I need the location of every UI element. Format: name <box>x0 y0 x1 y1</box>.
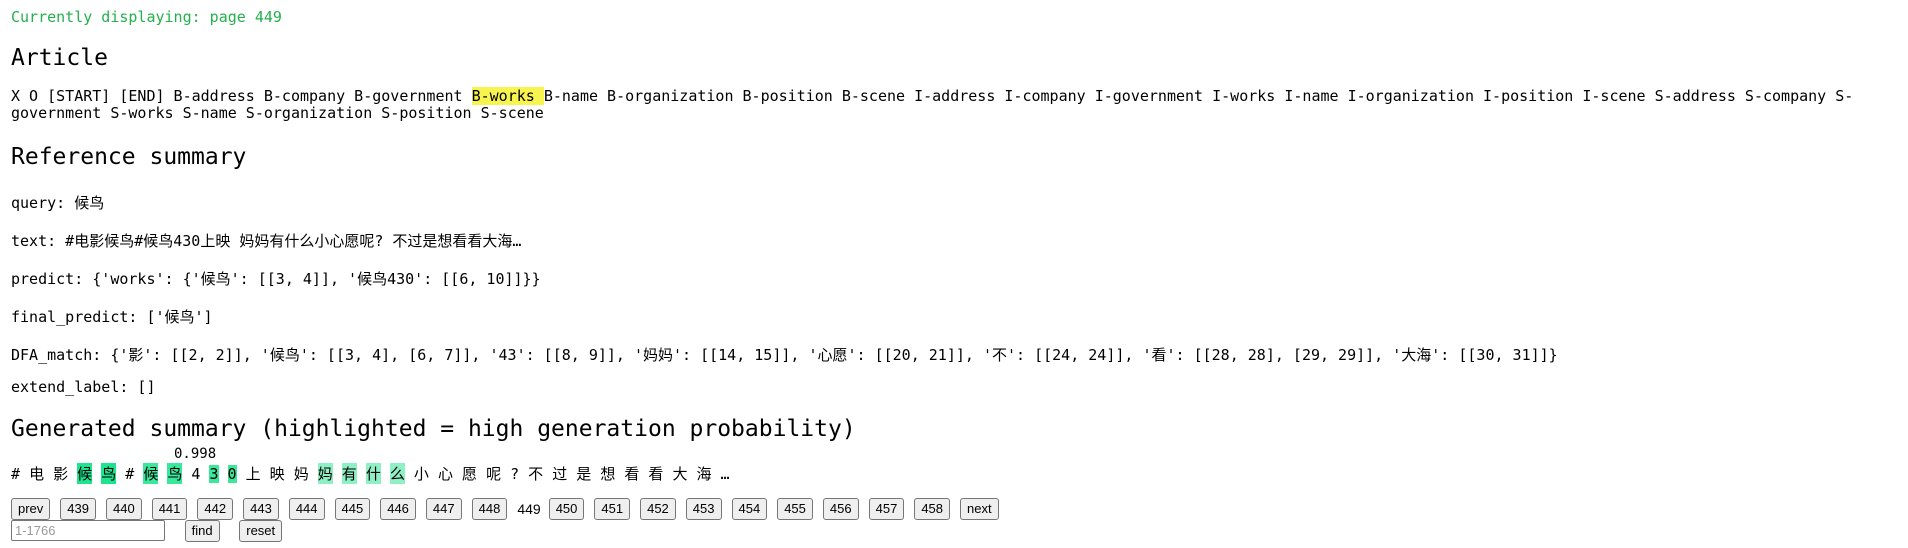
generated-token: 大 <box>672 465 688 483</box>
final-predict-line: final_predict: ['候鸟'] <box>11 308 213 326</box>
predict-line: predict: {'works': {'候鸟': [[3, 4]], '候鸟4… <box>11 270 541 288</box>
generated-token: 呢 <box>486 465 502 483</box>
generated-token: # <box>125 465 135 483</box>
generated-token: 不 <box>528 465 544 483</box>
page-button[interactable]: 440 <box>106 498 142 520</box>
page-button[interactable]: 445 <box>334 498 371 520</box>
page-button[interactable]: 442 <box>197 498 234 520</box>
query-line: query: 候鸟 <box>11 194 105 212</box>
generated-token: 电 <box>29 465 45 483</box>
generated-token: 有 <box>341 463 357 484</box>
generated-token: 愿 <box>462 465 478 483</box>
generated-token: # <box>11 465 21 483</box>
generated-token: 4 <box>191 465 201 483</box>
page-button[interactable]: 450 <box>548 498 585 520</box>
generated-token: 3 <box>209 465 219 483</box>
page-button[interactable]: 448 <box>471 498 508 520</box>
tag-highlighted: B-works <box>471 87 544 105</box>
page-button[interactable]: 439 <box>60 498 96 520</box>
page-button[interactable]: 444 <box>288 498 325 520</box>
page-button[interactable]: 451 <box>594 498 631 520</box>
page-button[interactable]: 452 <box>640 498 676 520</box>
extend-label-line: extend_label: [] <box>11 378 156 396</box>
generated-token: ? <box>510 465 520 483</box>
generated-token: 上 <box>245 465 261 483</box>
generated-token: 妈 <box>317 463 333 484</box>
page-number-input[interactable] <box>11 520 165 541</box>
find-row: find reset <box>11 520 292 542</box>
generated-token: 看 <box>624 465 640 483</box>
page-button[interactable]: 447 <box>425 498 462 520</box>
page-button[interactable]: 446 <box>380 498 416 520</box>
page-button[interactable]: 456 <box>822 498 859 520</box>
article-heading: Article <box>11 45 108 71</box>
generated-token: 是 <box>576 465 592 483</box>
current-page-number: 449 <box>517 501 541 517</box>
dfa-match-line: DFA_match: {'影': [[2, 2]], '候鸟': [[3, 4]… <box>11 346 1558 364</box>
generated-token: 海 <box>696 465 712 483</box>
generated-token: 什 <box>365 463 381 484</box>
page-button[interactable]: 455 <box>777 498 813 520</box>
generated-token-row: # 电 影 候 鸟 # 候 鸟 4 3 0 上 映 妈 妈 有 什 么 小 心 … <box>11 463 739 484</box>
generated-token: 心 <box>437 465 453 483</box>
reference-heading: Reference summary <box>11 144 247 170</box>
prev-button[interactable]: prev <box>11 498 51 520</box>
generated-token: 影 <box>53 465 69 483</box>
generated-token: 小 <box>413 465 429 483</box>
page-button[interactable]: 453 <box>685 498 722 520</box>
generated-token: 么 <box>389 463 405 484</box>
generated-token: 鸟 <box>167 463 183 484</box>
page-status: Currently displaying: page 449 <box>11 8 282 26</box>
page-button[interactable]: 441 <box>151 498 188 520</box>
generated-token: … <box>720 465 730 483</box>
find-button[interactable]: find <box>184 520 220 542</box>
generated-token: 想 <box>600 465 616 483</box>
article-tag-list: X O [START] [END] B-address B-company B-… <box>11 87 1881 122</box>
generated-token: 鸟 <box>101 463 117 484</box>
page-button[interactable]: 457 <box>868 498 905 520</box>
page-button[interactable]: 454 <box>731 498 768 520</box>
generated-token: 看 <box>648 465 664 483</box>
pagination: prev 439 440 441 442 443 444 445 446 447 448 449 450… <box>11 498 1009 520</box>
page-button[interactable]: 458 <box>914 498 951 520</box>
page-button[interactable]: 443 <box>243 498 279 520</box>
next-button[interactable]: next <box>960 498 999 520</box>
text-line: text: #电影候鸟#候鸟430上映 妈妈有什么小心愿呢? 不过是想看看大海… <box>11 232 522 250</box>
probability-label: 0.998 <box>174 446 217 462</box>
generated-token: 妈 <box>293 465 309 483</box>
generated-token: 0 <box>227 465 237 483</box>
generated-token: 候 <box>143 463 159 484</box>
generated-token: 映 <box>269 465 285 483</box>
tags-before: X O [START] [END] B-address B-company B-… <box>11 87 472 105</box>
reset-button[interactable]: reset <box>239 520 283 542</box>
generated-token: 候 <box>77 463 93 484</box>
generated-heading: Generated summary (highlighted = high ge… <box>11 416 856 442</box>
generated-token: 过 <box>552 465 568 483</box>
